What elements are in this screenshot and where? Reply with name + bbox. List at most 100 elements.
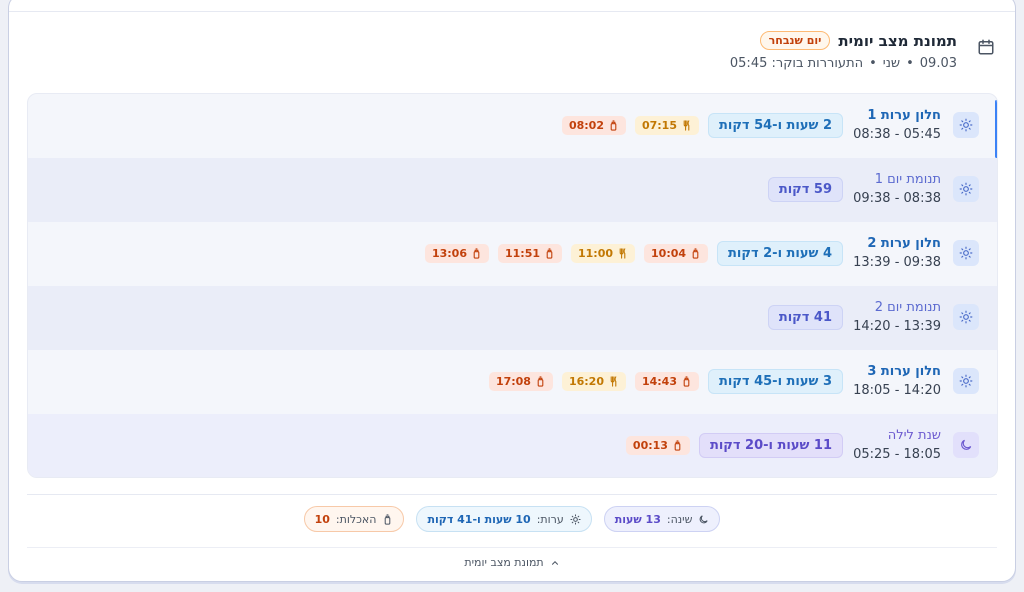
duration-badge: 3 שעות ו-45 דקות: [707, 369, 843, 394]
row-chips: 3 שעות ו-45 דקות 14:43 16:20 17:08: [488, 369, 843, 394]
event-time: 16:20: [568, 375, 604, 388]
chevron-up-icon: [551, 560, 558, 565]
daily-snapshot-card: תמונת מצב יומית יום שנבחר 09.03 • שני • …: [8, 0, 1016, 582]
row-name: שנת לילה: [887, 428, 941, 443]
bottle-icon: [385, 513, 391, 525]
meal-event-chip[interactable]: 11:00: [571, 244, 636, 263]
top-divider: [9, 11, 1015, 12]
selected-day-badge: יום שנבחר: [759, 31, 831, 50]
wake-time-text: התעוררות בוקר: 05:45: [729, 56, 864, 71]
sun-icon: [570, 513, 581, 525]
row-time-range: 18:05 - 14:20: [853, 383, 941, 398]
divider: [27, 547, 997, 548]
meal-event-chip[interactable]: 16:20: [561, 372, 626, 391]
sun-icon: [953, 176, 979, 202]
utensils-icon: [608, 376, 619, 387]
total-awake-chip: ערות: 10 שעות ו-41 דקות: [416, 506, 592, 532]
row-time-range: 13:39 - 09:38: [853, 255, 941, 270]
bottle-icon: [690, 248, 701, 259]
totals-bar: שינה: 13 שעות ערות: 10 שעות ו-41 דקות הא…: [9, 506, 1015, 532]
feeding-event-chip[interactable]: 11:51: [497, 244, 562, 263]
divider: [27, 494, 997, 495]
feeding-event-chip[interactable]: 17:08: [488, 372, 553, 391]
timeline-row[interactable]: חלון ערות 2 13:39 - 09:38 4 שעות ו-2 דקות 1…: [28, 222, 997, 286]
row-chips: 2 שעות ו-54 דקות 07:15 08:02: [561, 113, 843, 138]
snapshot-header: תמונת מצב יומית יום שנבחר 09.03 • שני • …: [49, 31, 997, 77]
event-time: 08:02: [568, 119, 604, 132]
row-chips: 41 דקות: [767, 305, 843, 330]
row-name: חלון ערות 2: [867, 236, 941, 251]
duration-badge: 41 דקות: [767, 305, 843, 330]
row-time-range: 14:20 - 13:39: [853, 319, 941, 334]
row-chips: 11 שעות ו-20 דקות 00:13: [625, 433, 843, 458]
event-time: 13:06: [431, 247, 467, 260]
bottle-icon: [672, 440, 683, 451]
row-chips: 59 דקות: [767, 177, 843, 202]
feeding-event-chip[interactable]: 00:13: [625, 436, 690, 455]
row-time-range: 05:25 - 18:05: [853, 447, 941, 462]
event-time: 11:00: [578, 247, 614, 260]
row-time-range: 09:38 - 08:38: [853, 191, 941, 206]
event-time: 14:43: [641, 375, 677, 388]
timeline-row[interactable]: חלון ערות 3 18:05 - 14:20 3 שעות ו-45 דקות…: [28, 350, 997, 414]
total-meals-value: 10: [314, 512, 330, 526]
row-label: חלון ערות 1 08:38 - 05:45: [853, 107, 941, 145]
total-sleep-label: שינה:: [666, 512, 693, 526]
duration-badge: 2 שעות ו-54 דקות: [707, 113, 843, 138]
weekday-text: שני: [882, 56, 901, 71]
duration-badge: 11 שעות ו-20 דקות: [698, 433, 843, 458]
event-time: 11:51: [504, 247, 540, 260]
timeline-row[interactable]: חלון ערות 1 08:38 - 05:45 2 שעות ו-54 דקות…: [28, 94, 997, 158]
row-label: חלון ערות 3 18:05 - 14:20: [853, 363, 941, 401]
date-text: 09.03: [919, 56, 957, 71]
event-time: 17:08: [495, 375, 531, 388]
date-line: 09.03 • שני • התעוררות בוקר: 05:45: [730, 56, 957, 71]
row-name: תנומת יום 2: [874, 300, 941, 315]
utensils-icon: [681, 120, 692, 131]
feeding-event-chip[interactable]: 10:04: [644, 244, 709, 263]
page-title: תמונת מצב יומית: [838, 31, 957, 50]
total-meals-label: האכלות:: [335, 512, 377, 526]
event-time: 10:04: [651, 247, 687, 260]
row-chips: 4 שעות ו-2 דקות 10:04 11:00 11:51 13:06: [424, 241, 843, 266]
bottle-icon: [535, 376, 546, 387]
event-time: 07:15: [641, 119, 677, 132]
moon-icon: [953, 432, 979, 458]
collapse-toggle[interactable]: תמונת מצב יומית: [9, 556, 1015, 569]
row-label: תנומת יום 1 09:38 - 08:38: [853, 171, 941, 209]
total-awake-value: 10 שעות ו-41 דקות: [427, 512, 531, 526]
row-name: חלון ערות 3: [867, 364, 941, 379]
sun-icon: [953, 240, 979, 266]
utensils-icon: [617, 248, 628, 259]
timeline: חלון ערות 1 08:38 - 05:45 2 שעות ו-54 דקות…: [27, 93, 998, 478]
collapse-toggle-label: תמונת מצב יומית: [464, 556, 544, 569]
row-label: שנת לילה 05:25 - 18:05: [853, 427, 941, 465]
event-time: 00:13: [632, 439, 668, 452]
timeline-row[interactable]: תנומת יום 2 14:20 - 13:39 41 דקות: [28, 286, 997, 350]
total-sleep-chip: שינה: 13 שעות: [603, 506, 721, 532]
sun-icon: [953, 368, 979, 394]
timeline-row[interactable]: שנת לילה 05:25 - 18:05 11 שעות ו-20 דקות 00…: [28, 414, 997, 477]
total-sleep-value: 13 שעות: [614, 512, 661, 526]
separator-dot: •: [906, 56, 914, 71]
total-awake-label: ערות:: [536, 512, 564, 526]
bottle-icon: [681, 376, 692, 387]
feeding-event-chip[interactable]: 08:02: [561, 116, 626, 135]
calendar-icon: [978, 39, 994, 55]
row-label: תנומת יום 2 14:20 - 13:39: [853, 299, 941, 337]
feeding-event-chip[interactable]: 14:43: [634, 372, 699, 391]
sun-icon: [953, 112, 979, 138]
timeline-row[interactable]: תנומת יום 1 09:38 - 08:38 59 דקות: [28, 158, 997, 222]
bottle-icon: [608, 120, 619, 131]
moon-icon: [700, 514, 709, 523]
duration-badge: 59 דקות: [767, 177, 843, 202]
duration-badge: 4 שעות ו-2 דקות: [717, 241, 843, 266]
meal-event-chip[interactable]: 07:15: [634, 116, 699, 135]
row-time-range: 08:38 - 05:45: [853, 127, 941, 142]
bottle-icon: [544, 248, 555, 259]
bottle-icon: [471, 248, 482, 259]
sun-icon: [953, 304, 979, 330]
row-name: תנומת יום 1: [874, 172, 941, 187]
feeding-event-chip[interactable]: 13:06: [424, 244, 489, 263]
row-label: חלון ערות 2 13:39 - 09:38: [853, 235, 941, 273]
